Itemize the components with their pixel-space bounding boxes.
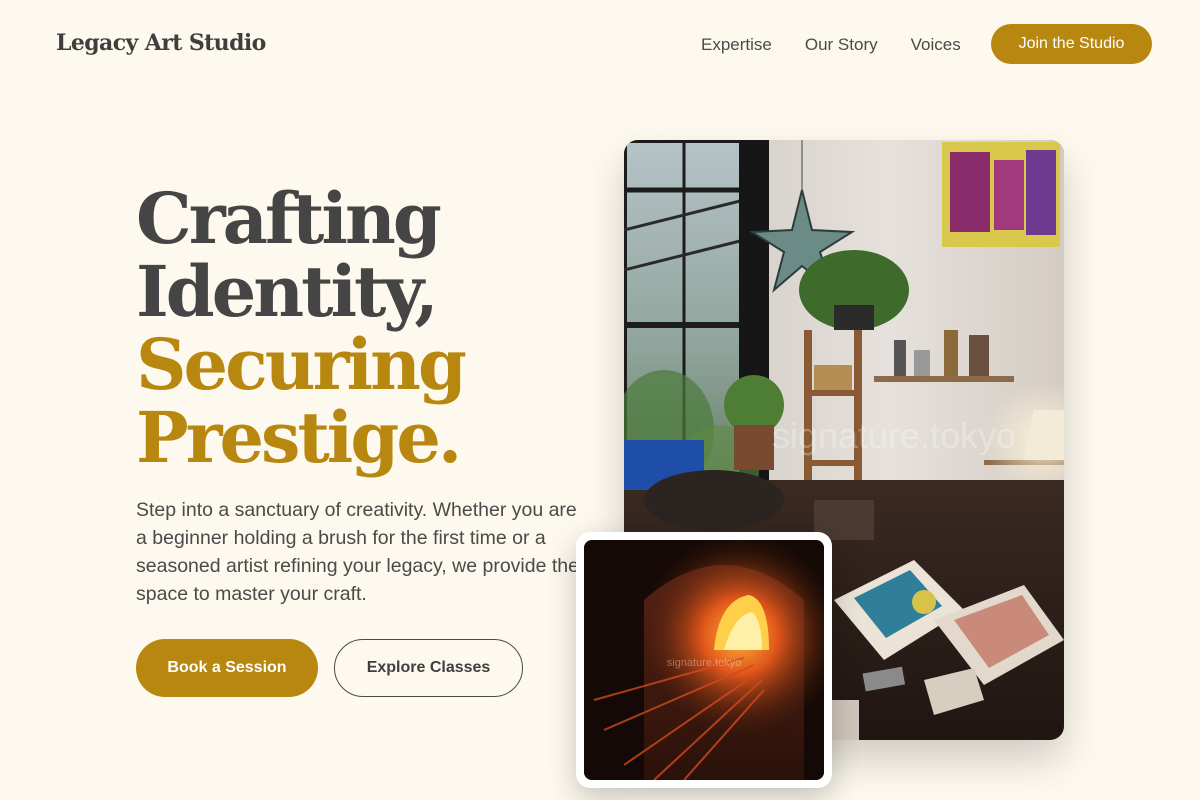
site-logo[interactable]: Legacy Art Studio [56, 30, 266, 56]
main-nav: Expertise Our Story Voices [701, 34, 961, 56]
book-session-button[interactable]: Book a Session [136, 639, 318, 697]
hero-title-line-1: Crafting [136, 177, 442, 260]
join-studio-button[interactable]: Join the Studio [991, 24, 1152, 64]
nav-link-our-story[interactable]: Our Story [805, 34, 878, 56]
forge-photo: signature.tokyo [584, 540, 824, 780]
hero-title-line-2: Identity, [136, 250, 439, 333]
hero-title-line-3: Securing [136, 323, 467, 406]
hero-title-line-4: Prestige. [136, 396, 462, 479]
forge-photo-illustration: signature.tokyo [584, 540, 824, 780]
studio-watermark: signature.tokyo [772, 415, 1016, 456]
forge-watermark: signature.tokyo [667, 657, 742, 669]
landing-page: Legacy Art Studio Expertise Our Story Vo… [0, 0, 1200, 800]
nav-link-voices[interactable]: Voices [911, 34, 961, 56]
hero-description: Step into a sanctuary of creativity. Whe… [136, 499, 579, 605]
site-header: Legacy Art Studio Expertise Our Story Vo… [0, 0, 1200, 90]
forge-photo-frame: signature.tokyo [576, 532, 832, 788]
hero-title: Crafting Identity, Securing Prestige. [136, 177, 467, 479]
explore-classes-button[interactable]: Explore Classes [334, 639, 523, 697]
nav-link-expertise[interactable]: Expertise [701, 34, 772, 56]
